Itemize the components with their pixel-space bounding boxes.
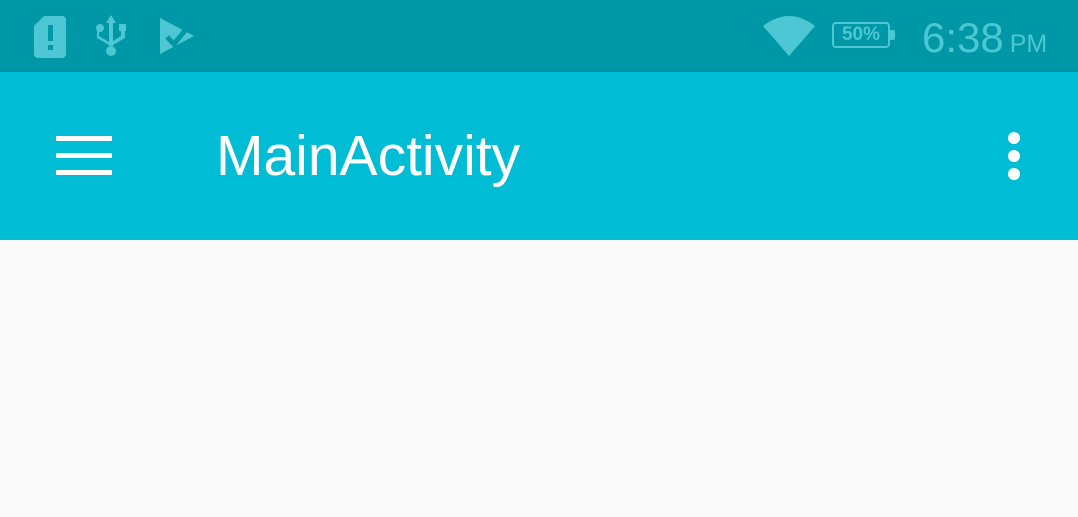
navigation-drawer-button[interactable] (28, 100, 140, 212)
wifi-icon (762, 14, 816, 56)
usb-icon (94, 14, 128, 60)
main-content (0, 240, 1078, 517)
app-toolbar: MainActivity (0, 72, 1078, 240)
status-clock: 6:38 PM (922, 14, 1047, 62)
play-store-icon (156, 16, 196, 56)
page-title: MainActivity (216, 124, 521, 188)
status-bar: 50% 6:38 PM (0, 0, 1078, 72)
sim-alert-icon (32, 14, 68, 58)
clock-time: 6:38 (922, 14, 1004, 61)
more-vert-icon (1008, 132, 1020, 180)
overflow-menu-button[interactable] (970, 112, 1058, 200)
battery-icon: 50% (832, 22, 895, 48)
hamburger-menu-icon (56, 136, 112, 176)
clock-ampm: PM (1009, 30, 1048, 58)
battery-percent: 50% (841, 24, 881, 45)
battery-tip (890, 30, 895, 40)
